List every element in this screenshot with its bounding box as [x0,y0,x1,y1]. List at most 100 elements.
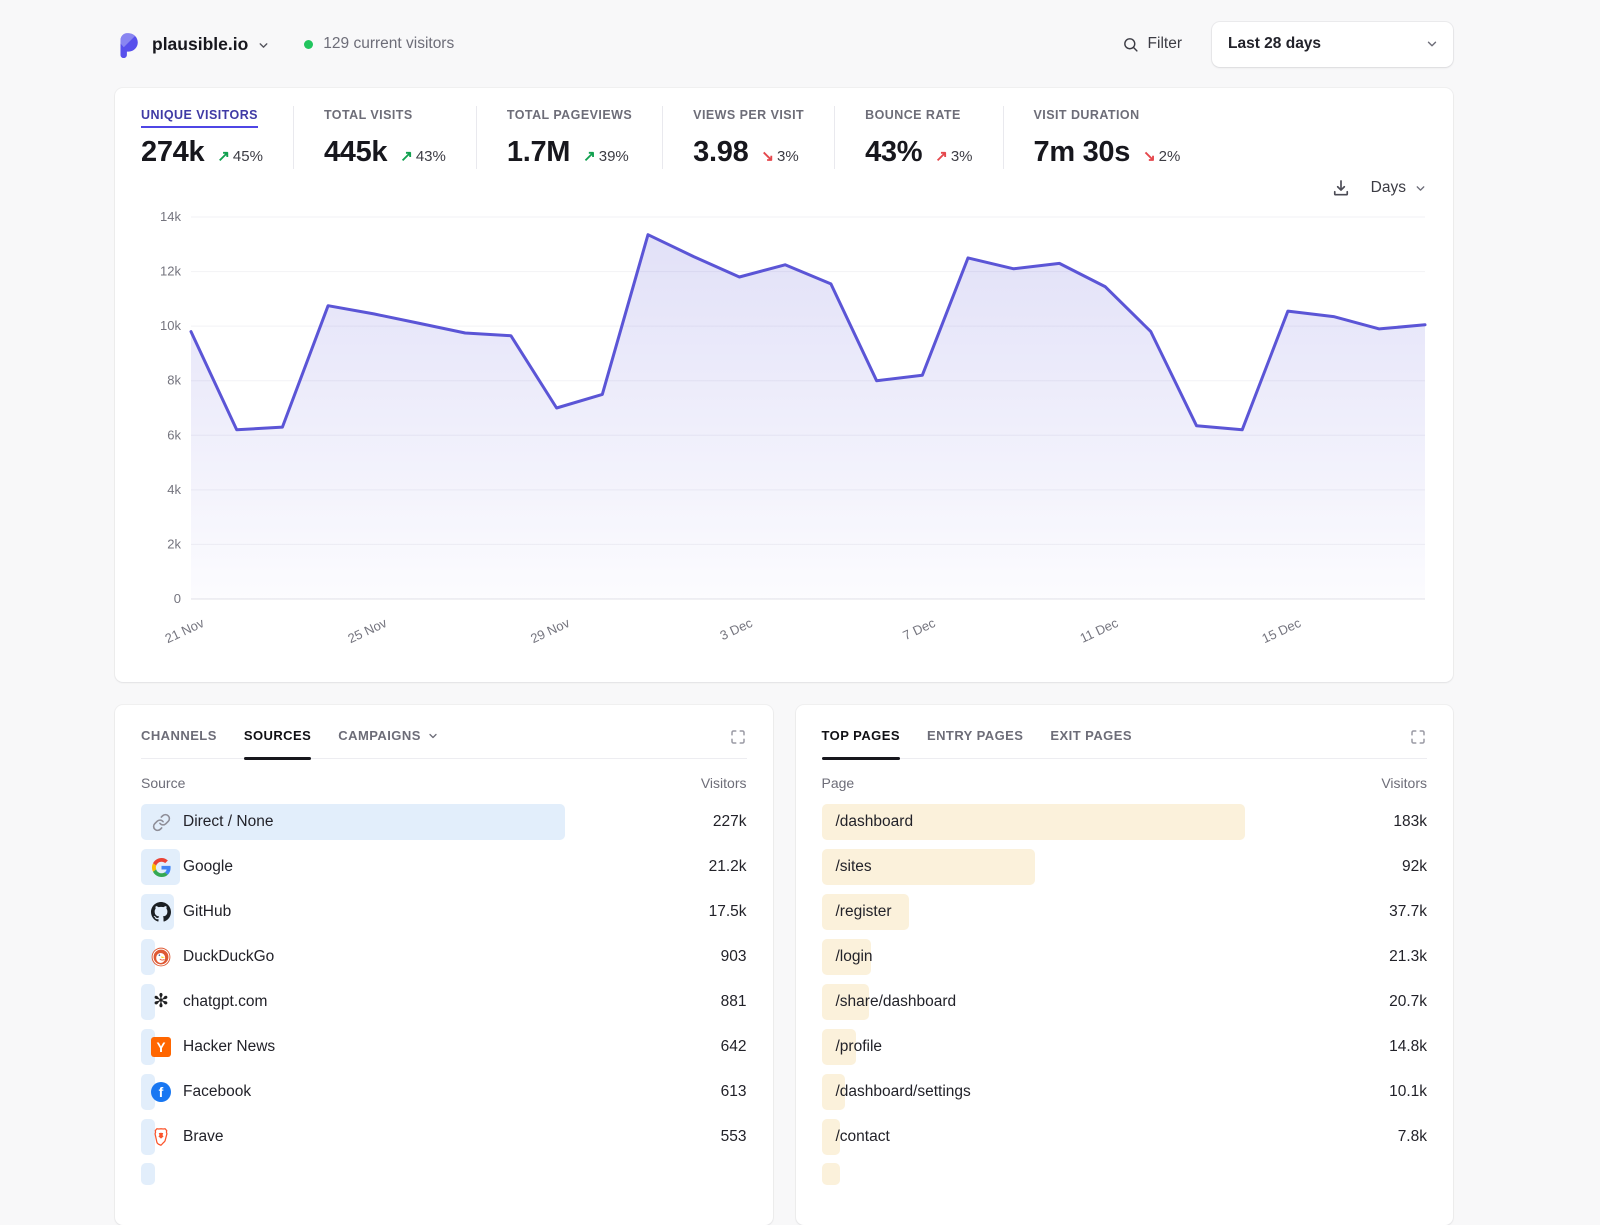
expand-button[interactable] [1409,724,1427,750]
chart-controls: Days [141,173,1427,203]
page-row[interactable]: /dashboard/settings 10.1k [822,1070,1428,1114]
row-label: GitHub [183,903,231,921]
row-value: 613 [721,1083,747,1101]
stat-bounce-rate[interactable]: BOUNCE RATE 43% ↗3% [834,106,1002,169]
row-label: /contact [836,1128,890,1146]
stat-views-per-visit[interactable]: VIEWS PER VISIT 3.98 ↘3% [662,106,834,169]
chevron-down-icon [1414,182,1427,195]
stat-delta: ↗39% [583,147,629,165]
source-row[interactable]: GitHub 17.5k [141,890,747,934]
date-range-value: Last 28 days [1228,35,1321,53]
facebook-icon: f [151,1082,171,1102]
page-row[interactable]: /contact 7.8k [822,1115,1428,1159]
row-label: /sites [836,858,872,876]
hackernews-icon: Y [151,1037,171,1057]
chevron-down-icon [257,39,270,52]
page-row[interactable]: /sites 92k [822,845,1428,889]
stat-label: UNIQUE VISITORS [141,108,258,128]
row-label: /register [836,903,892,921]
duckduckgo-icon [151,947,171,967]
tab-channels[interactable]: CHANNELS [141,724,217,758]
trend-down-icon: ↘ [1143,148,1156,165]
date-range-select[interactable]: Last 28 days [1212,22,1453,67]
stat-value: 274k [141,136,204,169]
tab-entry-pages[interactable]: ENTRY PAGES [927,724,1023,758]
trend-up-icon: ↗ [217,148,230,165]
page-row[interactable]: /dashboard 183k [822,800,1428,844]
row-value: 7.8k [1398,1128,1427,1146]
row-value: 227k [713,813,747,831]
export-button[interactable] [1331,178,1351,198]
dashboard-page: plausible.io 129 current visitors Filter… [115,0,1453,1225]
row-label: Facebook [183,1083,251,1101]
tab-exit-pages[interactable]: EXIT PAGES [1050,724,1132,758]
live-dot-icon [304,40,313,49]
pages-tabs-row: TOP PAGES ENTRY PAGES EXIT PAGES [822,724,1428,759]
tab-sources[interactable]: SOURCES [244,724,311,758]
stat-total-visits[interactable]: TOTAL VISITS 445k ↗43% [293,106,476,169]
page-row[interactable]: /profile 14.8k [822,1025,1428,1069]
source-row[interactable]: DuckDuckGo 903 [141,935,747,979]
source-row[interactable]: ✻ chatgpt.com 881 [141,980,747,1024]
plausible-logo-icon [115,31,142,58]
filter-button[interactable]: Filter [1122,35,1182,53]
row-value: 21.2k [709,858,747,876]
tab-label: CAMPAIGNS [338,728,421,743]
site-switcher[interactable]: plausible.io [152,34,270,55]
svg-text:15 Dec: 15 Dec [1259,615,1303,646]
stat-delta: ↘2% [1143,147,1180,165]
stat-value: 1.7M [507,136,570,169]
row-value: 17.5k [709,903,747,921]
stat-label: BOUNCE RATE [865,108,961,128]
interval-select[interactable]: Days [1371,179,1427,197]
trend-up-icon: ↗ [935,148,948,165]
row-label: /dashboard/settings [836,1083,971,1101]
row-label: /login [836,948,873,966]
source-row[interactable]: Y Hacker News 642 [141,1025,747,1069]
search-icon [1122,36,1139,53]
tab-label: SOURCES [244,728,311,743]
visitors-card: UNIQUE VISITORS 274k ↗45% TOTAL VISITS 4… [115,88,1453,682]
expand-button[interactable] [729,724,747,750]
source-row[interactable]: f Facebook 613 [141,1070,747,1114]
sources-tabs-row: CHANNELS SOURCES CAMPAIGNS [141,724,747,759]
source-row[interactable]: Brave 553 [141,1115,747,1159]
stat-label: TOTAL PAGEVIEWS [507,108,632,128]
stat-delta: ↗3% [935,147,972,165]
site-name: plausible.io [152,34,248,55]
interval-value: Days [1371,179,1406,197]
row-label: Hacker News [183,1038,275,1056]
visitors-chart[interactable]: 02k4k6k8k10k12k14k 21 Nov25 Nov29 Nov3 D… [141,205,1427,672]
link-icon [151,812,171,832]
source-row[interactable]: Google 21.2k [141,845,747,889]
tab-label: CHANNELS [141,728,217,743]
visitors-area-chart[interactable]: 02k4k6k8k10k12k14k 21 Nov25 Nov29 Nov3 D… [141,205,1427,667]
stats-row: UNIQUE VISITORS 274k ↗45% TOTAL VISITS 4… [141,106,1427,169]
page-row[interactable]: /login 21.3k [822,935,1428,979]
row-value: 10.1k [1389,1083,1427,1101]
list-item-partial [822,1159,1428,1189]
stat-total-pageviews[interactable]: TOTAL PAGEVIEWS 1.7M ↗39% [476,106,662,169]
page-row[interactable]: /share/dashboard 20.7k [822,980,1428,1024]
row-label: Brave [183,1128,224,1146]
stat-value: 7m 30s [1034,136,1131,169]
brave-icon [151,1127,171,1147]
page-row[interactable]: /register 37.7k [822,890,1428,934]
stat-unique-visitors[interactable]: UNIQUE VISITORS 274k ↗45% [141,106,293,169]
svg-text:2k: 2k [167,536,181,551]
svg-text:25 Nov: 25 Nov [345,615,389,646]
top-bar: plausible.io 129 current visitors Filter… [115,0,1453,88]
tab-campaigns[interactable]: CAMPAIGNS [338,724,439,758]
svg-text:3 Dec: 3 Dec [718,615,756,643]
trend-down-icon: ↘ [761,148,774,165]
tab-top-pages[interactable]: TOP PAGES [822,724,900,758]
row-value: 14.8k [1389,1038,1427,1056]
column-source: Source [141,775,185,791]
row-label: Google [183,858,233,876]
svg-text:7 Dec: 7 Dec [900,615,938,643]
row-label: chatgpt.com [183,993,267,1011]
trend-up-icon: ↗ [583,148,596,165]
stat-visit-duration[interactable]: VISIT DURATION 7m 30s ↘2% [1003,106,1211,169]
pages-panel: TOP PAGES ENTRY PAGES EXIT PAGES Page Vi… [796,705,1454,1225]
source-row[interactable]: Direct / None 227k [141,800,747,844]
